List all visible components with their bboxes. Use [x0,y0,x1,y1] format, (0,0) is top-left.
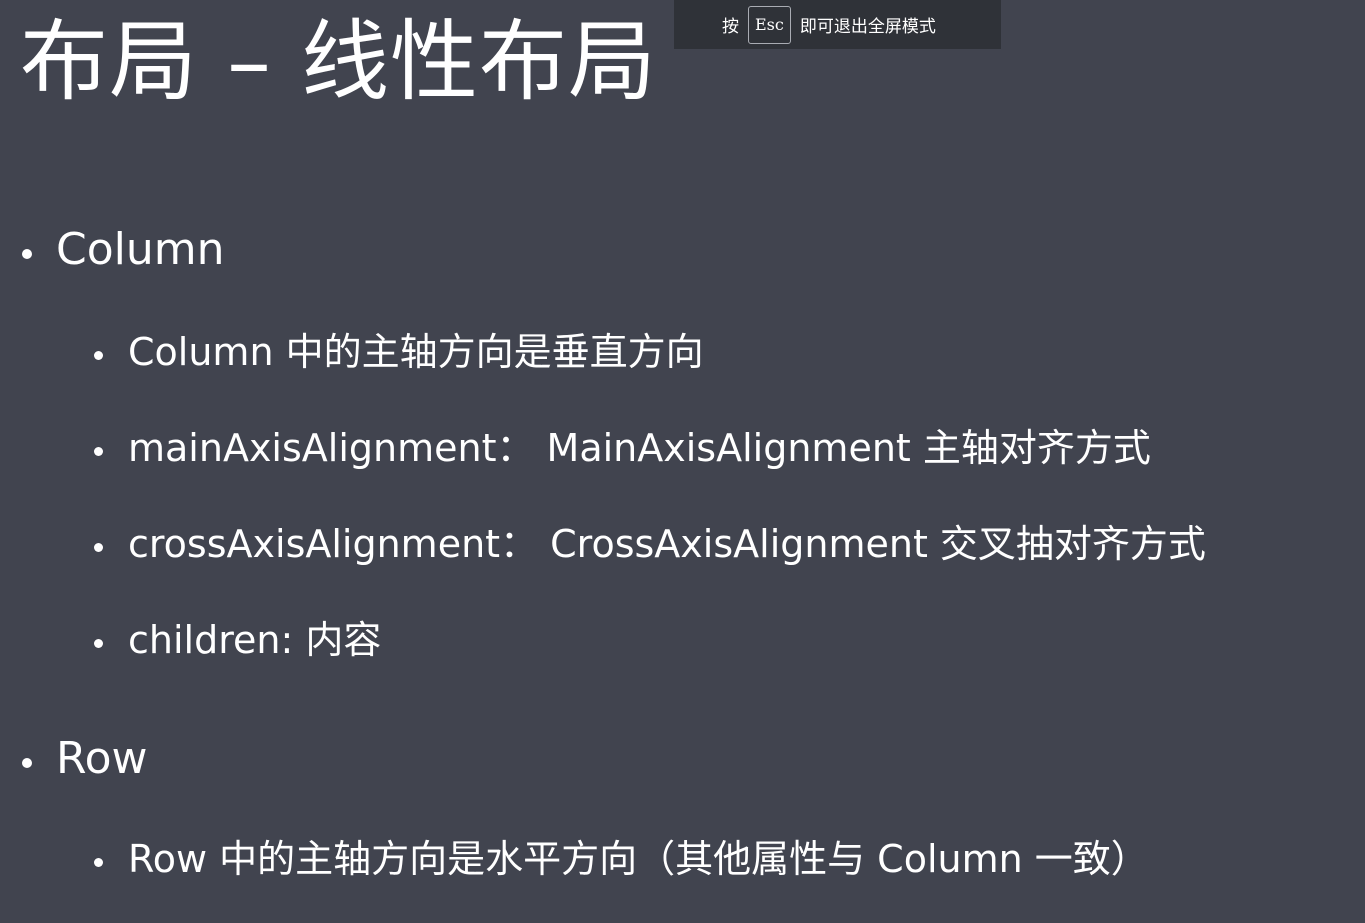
sub-bullet-children: children: 内容 [94,618,382,664]
slide: 布局 – 线性布局 Column Column 中的主轴方向是垂直方向 main… [0,0,1365,923]
fullscreen-exit-hint: 按 Esc 即可退出全屏模式 [674,0,1001,49]
bullet-dot-icon [94,543,103,552]
bullet-text: Column 中的主轴方向是垂直方向 [128,330,704,374]
sub-bullet-column-main-axis: Column 中的主轴方向是垂直方向 [94,330,704,376]
bullet-text: mainAxisAlignment： MainAxisAlignment 主轴对… [128,426,1151,470]
sub-bullet-main-axis-alignment: mainAxisAlignment： MainAxisAlignment 主轴对… [94,426,1151,472]
bullet-row: Row [22,733,148,786]
bullet-dot-icon [94,351,103,360]
bullet-dot-icon [94,858,103,867]
sub-bullet-row-main-axis: Row 中的主轴方向是水平方向（其他属性与 Column 一致） [94,837,1149,883]
bullet-text: Column [56,224,225,275]
bullet-text: Row 中的主轴方向是水平方向（其他属性与 Column 一致） [128,837,1149,881]
bullet-text: Row [56,733,148,784]
bullet-dot-icon [94,447,103,456]
sub-bullet-cross-axis-alignment: crossAxisAlignment： CrossAxisAlignment 交… [94,522,1206,568]
bullet-dot-icon [22,249,32,259]
hint-prefix: 按 [722,17,739,37]
bullet-text: children: 内容 [128,618,382,662]
bullet-dot-icon [94,639,103,648]
esc-key-badge: Esc [748,5,791,44]
bullet-dot-icon [22,758,32,768]
bullet-column: Column [22,224,225,277]
bullet-text: crossAxisAlignment： CrossAxisAlignment 交… [128,522,1206,566]
slide-title: 布局 – 线性布局 [20,10,657,113]
hint-suffix: 即可退出全屏模式 [799,17,936,37]
